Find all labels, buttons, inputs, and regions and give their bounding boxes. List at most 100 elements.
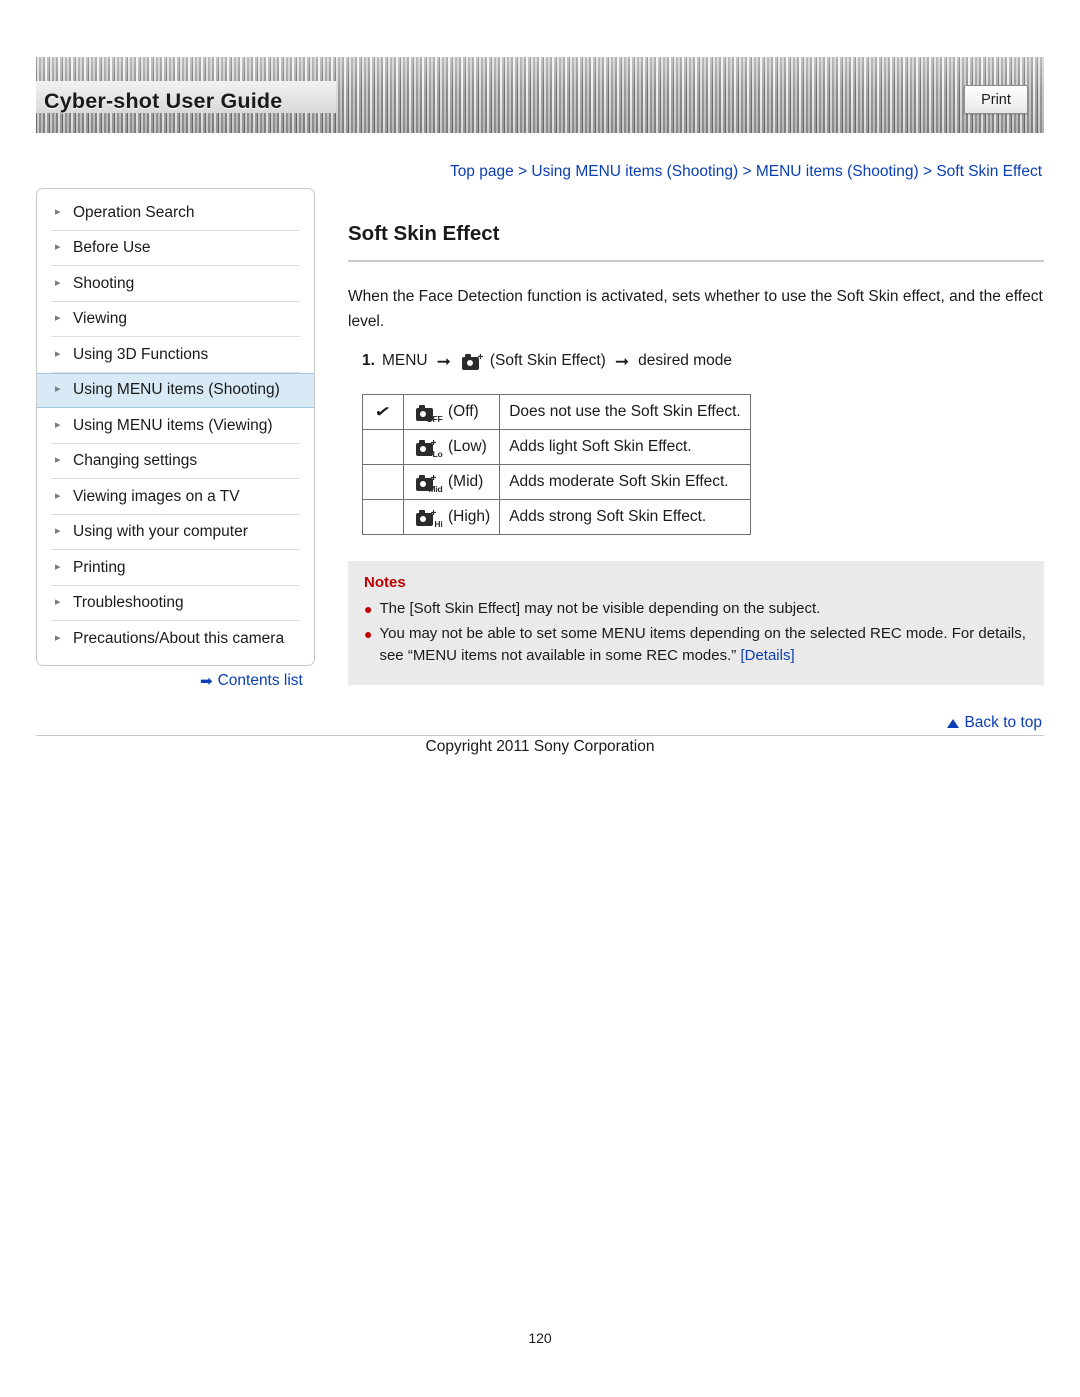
breadcrumb-item-current[interactable]: Soft Skin Effect	[936, 163, 1042, 180]
note-text: You may not be able to set some MENU ite…	[379, 623, 1028, 667]
app-title: Cyber-shot User Guide	[44, 89, 283, 113]
icon-sublabel: OFF	[426, 413, 443, 424]
bullet-icon: ▸	[55, 276, 61, 289]
breadcrumb-item-top[interactable]: Top page	[450, 163, 514, 180]
sidebar-item-viewing-images-on-a-tv[interactable]: ▸ Viewing images on a TV	[37, 479, 314, 515]
bullet-icon: ▸	[55, 383, 61, 396]
sidebar-item-label: Using MENU items (Viewing)	[73, 416, 273, 434]
page-header: Cyber-shot User Guide Print	[36, 57, 1044, 133]
step-number: 1.	[362, 352, 375, 369]
bullet-icon: ▸	[55, 205, 61, 218]
icon-sublabel: Hi	[434, 518, 443, 529]
step-icon-label: (Soft Skin Effect)	[489, 352, 606, 369]
icon-sublabel: Lo	[432, 448, 443, 459]
table-row: + Mid (Mid) Adds moderate Soft Skin Effec…	[362, 464, 751, 500]
details-link[interactable]: [Details]	[740, 647, 794, 664]
table-row: + Hi (High) Adds strong Soft Skin Effect.	[362, 499, 751, 535]
soft-skin-mid-icon: + Mid	[413, 473, 443, 493]
intro-paragraph: When the Face Detection function is acti…	[348, 288, 1043, 330]
bullet-icon: ●	[364, 626, 373, 642]
contents-list-link[interactable]: ➡ Contents list	[200, 672, 303, 690]
option-description: Adds strong Soft Skin Effect.	[499, 499, 751, 535]
arrow-right-icon: ➞	[436, 351, 451, 371]
sidebar-navigation: ▸ Operation Search ▸ Before Use ▸ Shooti…	[36, 188, 315, 666]
option-description: Adds moderate Soft Skin Effect.	[499, 464, 751, 500]
option-icon-cell: + Mid (Mid)	[402, 464, 501, 500]
option-icon-cell: OFF (Off)	[402, 394, 501, 430]
list-item: ● You may not be able to set some MENU i…	[364, 623, 1028, 667]
breadcrumb: Top page > Using MENU items (Shooting) >…	[450, 163, 1042, 181]
sidebar-item-label: Using 3D Functions	[73, 345, 209, 363]
soft-skin-high-icon: + Hi	[413, 508, 443, 528]
bullet-icon: ▸	[55, 631, 61, 644]
option-icon-cell: + Lo (Low)	[402, 429, 501, 465]
soft-skin-low-icon: + Lo	[413, 438, 443, 458]
breadcrumb-separator: >	[742, 163, 752, 180]
back-to-top-link[interactable]: Back to top	[947, 714, 1042, 732]
sidebar-item-using-menu-items-viewing[interactable]: ▸ Using MENU items (Viewing)	[37, 408, 314, 444]
notes-title: Notes	[364, 574, 406, 591]
step-menu-label: MENU	[381, 352, 428, 369]
bullet-icon: ▸	[55, 241, 61, 254]
bullet-icon: ▸	[55, 418, 61, 431]
note-text: The [Soft Skin Effect] may not be visibl…	[379, 600, 821, 617]
sidebar-item-label: Using with your computer	[73, 523, 248, 541]
option-label: (Mid)	[448, 473, 484, 490]
selected-marker-cell	[362, 499, 404, 535]
sidebar-item-changing-settings[interactable]: ▸ Changing settings	[37, 444, 314, 479]
sidebar-item-label: Printing	[73, 558, 126, 576]
option-label: (Off)	[448, 403, 479, 420]
back-to-top-label: Back to top	[964, 714, 1042, 731]
bullet-icon: ▸	[55, 312, 61, 325]
breadcrumb-item-menu-items-shooting[interactable]: MENU items (Shooting)	[756, 163, 919, 180]
option-label: (Low)	[448, 438, 487, 455]
breadcrumb-item-using-menu-shooting[interactable]: Using MENU items (Shooting)	[531, 163, 738, 180]
arrow-right-icon: ➞	[614, 351, 630, 371]
option-icon-cell: + Hi (High)	[402, 499, 501, 535]
sidebar-item-operation-search[interactable]: ▸ Operation Search	[37, 195, 314, 231]
contents-list-label: Contents list	[217, 672, 303, 689]
note-text-body: You may not be able to set some MENU ite…	[379, 625, 1026, 664]
triangle-up-icon	[947, 718, 960, 728]
bullet-icon: ●	[364, 601, 373, 617]
bullet-icon: ▸	[55, 596, 61, 609]
sidebar-item-label: Changing settings	[73, 452, 198, 470]
arrow-right-icon: ➡	[200, 672, 213, 690]
title-rule	[348, 260, 1044, 262]
step-instruction: 1. MENU ➞ + (Soft Skin Effect) ➞ desired…	[362, 350, 1044, 372]
footer-rule	[36, 735, 1044, 736]
sidebar-item-shooting[interactable]: ▸ Shooting	[37, 266, 314, 302]
bullet-icon: ▸	[55, 454, 61, 467]
page-title: Soft Skin Effect	[348, 222, 500, 245]
selected-marker-cell	[362, 464, 404, 500]
bullet-icon: ▸	[55, 489, 61, 502]
sidebar-item-using-3d-functions[interactable]: ▸ Using 3D Functions	[37, 337, 314, 373]
main-content: Soft Skin Effect When the Face Detection…	[348, 222, 1044, 685]
sidebar-item-label: Before Use	[73, 239, 151, 257]
sidebar-item-label: Shooting	[73, 274, 135, 292]
option-description: Does not use the Soft Skin Effect.	[499, 394, 751, 430]
table-row: + Lo (Low) Adds light Soft Skin Effect.	[362, 429, 751, 465]
breadcrumb-separator: >	[518, 163, 528, 180]
sidebar-item-using-with-your-computer[interactable]: ▸ Using with your computer	[37, 515, 314, 550]
sidebar-item-viewing[interactable]: ▸ Viewing	[37, 302, 314, 337]
sidebar-item-troubleshooting[interactable]: ▸ Troubleshooting	[37, 586, 314, 621]
sidebar-item-precautions-about-this-camera[interactable]: ▸ Precautions/About this camera	[37, 621, 314, 657]
print-button[interactable]: Print	[964, 85, 1028, 114]
sidebar-item-label: Using MENU items (Shooting)	[73, 381, 280, 399]
sidebar-item-using-menu-items-shooting[interactable]: ▸ Using MENU items (Shooting)	[37, 372, 314, 408]
selected-marker-cell: ✓	[362, 394, 404, 430]
sidebar-item-label: Viewing	[73, 310, 128, 328]
sidebar-item-printing[interactable]: ▸ Printing	[37, 550, 314, 586]
options-table: ✓ OFF (Off) Does not use the Soft Skin E…	[362, 394, 751, 535]
notes-box: Notes ● The [Soft Skin Effect] may not b…	[348, 561, 1044, 685]
sidebar-item-before-use[interactable]: ▸ Before Use	[37, 231, 314, 266]
copyright-text: Copyright 2011 Sony Corporation	[425, 738, 655, 755]
option-label: (High)	[448, 508, 491, 525]
sidebar-item-label: Precautions/About this camera	[73, 629, 285, 647]
sidebar-item-label: Viewing images on a TV	[73, 487, 240, 505]
soft-skin-effect-icon: +	[460, 352, 483, 370]
step-end-label: desired mode	[638, 352, 733, 369]
icon-sublabel: Mid	[428, 483, 443, 494]
sidebar-item-label: Troubleshooting	[73, 594, 184, 612]
